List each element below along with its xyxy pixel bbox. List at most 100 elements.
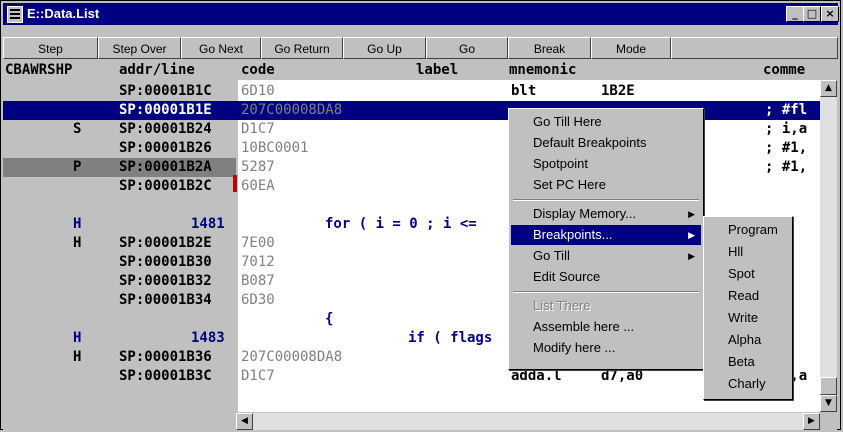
vertical-scrollbar[interactable]: ▲ ▼	[820, 80, 837, 412]
menu-item-list-there: List There	[511, 296, 701, 316]
row-code: D1C7	[241, 121, 275, 137]
row-flag: H	[73, 235, 82, 251]
menu-item-label: Default Breakpoints	[533, 135, 647, 150]
row-code: 7E00	[241, 235, 275, 251]
submenu-item-charly[interactable]: Charly	[706, 374, 790, 394]
break-button[interactable]: Break	[508, 37, 591, 59]
menu-item-edit-source[interactable]: Edit Source	[511, 267, 701, 287]
row-address: SP:00001B1C	[119, 83, 212, 99]
menu-item-set-pc-here[interactable]: Set PC Here	[511, 175, 701, 195]
menu-item-default-breakpoints[interactable]: Default Breakpoints	[511, 133, 701, 153]
row-flag: P	[73, 159, 82, 175]
row-address: SP:00001B24	[119, 121, 212, 137]
row-source: {	[325, 311, 334, 327]
breakpoints-submenu: Program Hll Spot Read Write Alpha Beta Charly	[703, 216, 793, 400]
row-comment: ; #1,	[765, 159, 808, 175]
submenu-item-program[interactable]: Program	[706, 220, 790, 240]
header-flags: CBAWRSHP	[5, 62, 73, 78]
menu-item-go-till[interactable]: Go Till ▶	[511, 246, 701, 266]
menu-item-label: Set PC Here	[533, 177, 606, 192]
row-flag: H	[73, 216, 82, 232]
row-gutter	[3, 310, 236, 329]
menu-item-go-till-here[interactable]: Go Till Here	[511, 112, 701, 132]
menu-item-label: Go Till Here	[533, 114, 602, 129]
submenu-item-beta[interactable]: Beta	[706, 352, 790, 372]
scroll-up-icon[interactable]: ▲	[820, 80, 837, 97]
vertical-scroll-thumb[interactable]	[820, 377, 837, 395]
go-button[interactable]: Go	[426, 37, 508, 59]
menu-item-breakpoints[interactable]: Breakpoints... ▶	[511, 225, 701, 245]
horizontal-scrollbar[interactable]: ◀ ▶	[236, 413, 820, 430]
row-address: SP:00001B36	[119, 349, 212, 365]
row-source: if ( flags	[408, 330, 493, 346]
header-code: code	[241, 62, 275, 78]
header-addr: addr/line	[119, 62, 195, 78]
submenu-item-spot[interactable]: Spot	[706, 264, 790, 284]
row-comment: ; i,a	[765, 121, 808, 137]
menu-item-label: Spotpoint	[533, 156, 588, 171]
menu-item-label: List There	[533, 298, 591, 313]
step-over-button[interactable]: Step Over	[98, 37, 181, 59]
menu-item-label: Breakpoints...	[533, 227, 613, 242]
pc-marker	[233, 175, 237, 192]
menu-item-label: Edit Source	[533, 269, 601, 284]
menu-separator	[513, 199, 699, 201]
submenu-item-hll[interactable]: Hll	[706, 242, 790, 262]
row-address: SP:00001B2C	[119, 178, 212, 194]
row-operand: 1B2E	[601, 83, 635, 99]
row-line-number: 1483	[191, 330, 225, 346]
scroll-left-icon[interactable]: ◀	[236, 413, 253, 430]
row-code: 5287	[241, 159, 275, 175]
go-return-button[interactable]: Go Return	[261, 37, 343, 59]
submenu-item-write[interactable]: Write	[706, 308, 790, 328]
row-address: SP:00001B32	[119, 273, 212, 289]
row-source: for ( i = 0 ; i <=	[325, 216, 477, 232]
status-area	[3, 413, 236, 430]
menu-item-modify-here[interactable]: Modify here ...	[511, 338, 701, 358]
menu-separator	[513, 291, 699, 293]
row-line-number: 1481	[191, 216, 225, 232]
menu-item-spotpoint[interactable]: Spotpoint	[511, 154, 701, 174]
row-code: 207C00008DA8	[241, 349, 343, 365]
row-code: B087	[241, 273, 275, 289]
step-button[interactable]: Step	[3, 37, 98, 59]
listing-row[interactable]: SP:00001B1C 6D10 blt 1B2E	[3, 82, 820, 101]
row-address: SP:00001B34	[119, 292, 212, 308]
close-button[interactable]: ×	[821, 6, 839, 22]
menu-item-display-memory[interactable]: Display Memory... ▶	[511, 204, 701, 224]
row-flag: H	[73, 349, 82, 365]
row-flag: H	[73, 330, 82, 346]
scroll-right-icon[interactable]: ▶	[803, 413, 820, 430]
context-menu: Go Till Here Default Breakpoints Spotpoint…	[508, 108, 704, 370]
row-code: 10BC0001	[241, 140, 309, 156]
maximize-button[interactable]: □	[803, 6, 821, 22]
window-title: E::Data.List	[27, 6, 100, 21]
row-mnemonic: adda.l	[511, 368, 562, 384]
resize-grip-icon[interactable]	[820, 413, 837, 430]
row-comment: ; #1,	[765, 140, 808, 156]
header-label: label	[416, 62, 459, 78]
row-code: 60EA	[241, 178, 275, 194]
go-up-button[interactable]: Go Up	[343, 37, 426, 59]
title-bar[interactable]: E::Data.List _ □ ×	[3, 3, 839, 25]
header-mnemonic: mnemonic	[509, 62, 577, 78]
submenu-item-alpha[interactable]: Alpha	[706, 330, 790, 350]
row-mnemonic: blt	[511, 83, 537, 99]
menu-item-assemble-here[interactable]: Assemble here ...	[511, 317, 701, 337]
menu-item-label: Modify here ...	[533, 340, 616, 355]
row-code: 207C00008DA8	[241, 102, 343, 118]
row-address: SP:00001B26	[119, 140, 212, 156]
mode-button[interactable]: Mode	[591, 37, 671, 59]
row-address: SP:00001B30	[119, 254, 212, 270]
row-code: 6D30	[241, 292, 275, 308]
row-code: 7012	[241, 254, 275, 270]
menu-item-label: Assemble here ...	[533, 319, 635, 334]
submenu-item-read[interactable]: Read	[706, 286, 790, 306]
row-address: SP:00001B1E	[119, 102, 212, 118]
scroll-down-icon[interactable]: ▼	[820, 395, 837, 412]
go-next-button[interactable]: Go Next	[181, 37, 261, 59]
row-flag: S	[73, 121, 82, 137]
minimize-button[interactable]: _	[786, 6, 804, 22]
window-list-icon[interactable]	[7, 6, 23, 23]
row-gutter	[3, 196, 236, 215]
